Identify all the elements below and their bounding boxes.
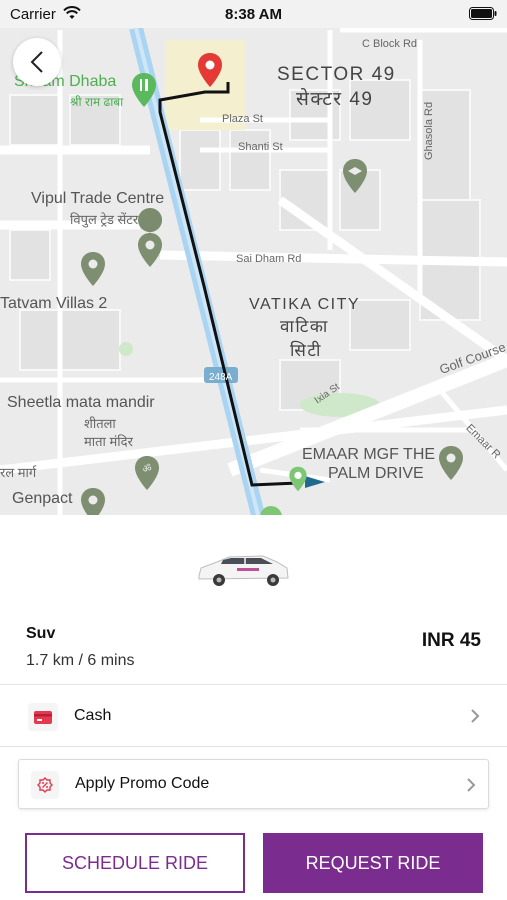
divider — [0, 746, 507, 747]
schedule-ride-button[interactable]: SCHEDULE RIDE — [25, 833, 245, 893]
map-label-genpact: Genpact — [12, 490, 73, 507]
restaurant-pin-icon[interactable] — [131, 72, 157, 108]
request-ride-button[interactable]: REQUEST RIDE — [263, 833, 483, 893]
chevron-left-icon — [30, 51, 43, 73]
poi-pin-icon[interactable] — [438, 445, 464, 481]
apply-promo-code-button[interactable]: Apply Promo Code — [18, 759, 489, 809]
map-label-vipul-en: Vipul Trade Centre — [31, 190, 165, 207]
poi-pin-icon[interactable] — [80, 251, 106, 287]
status-bar: Carrier 8:38 AM — [0, 0, 507, 28]
map-label-sheetla-hi1: शीतला — [84, 416, 116, 431]
back-button[interactable] — [13, 38, 61, 86]
ride-price-label: INR 45 — [421, 630, 481, 651]
map-label-ghasola: Ghasola Rd — [423, 101, 435, 160]
map-label-emaar-2: PALM DRIVE — [328, 465, 424, 482]
map-label-tatvam: Tatvam Villas 2 — [0, 295, 108, 312]
poi-pin-icon[interactable] — [137, 232, 163, 268]
map-label-c-block: C Block Rd — [362, 38, 418, 50]
chevron-right-icon — [471, 709, 480, 723]
battery-full-icon — [469, 7, 497, 20]
ride-type-label: Suv — [26, 625, 56, 642]
map-label-vipul-hi: विपुल ट्रेड सेंटर — [70, 212, 139, 227]
poi-pin-icon[interactable] — [80, 487, 106, 515]
map-label-vatika-hi1: वाटिका — [280, 317, 329, 336]
svg-text:ॐ: ॐ — [142, 463, 151, 475]
map-label-emaar-1: EMAAR MGF THE — [302, 446, 436, 463]
map-label-sheetla-en: Sheetla mata mandir — [7, 394, 155, 411]
route-map[interactable]: ॐ C Block Rd SECTOR 49 सेक्टर 49 Shiram … — [0, 0, 507, 515]
map-label-shanti: Shanti St — [238, 141, 283, 153]
chevron-right-icon — [467, 778, 476, 792]
map-label-marg: रल मार्ग — [0, 465, 37, 480]
map-label-248a: 248A — [209, 372, 233, 383]
discount-badge-icon — [31, 771, 59, 799]
school-pin-icon[interactable] — [342, 158, 368, 194]
pickup-marker-icon[interactable] — [260, 506, 282, 515]
suv-car-image — [198, 555, 289, 586]
map-label-sai-dham: Sai Dham Rd — [236, 253, 302, 265]
map-label-vatika-hi2: सिटी — [290, 341, 322, 360]
clock-time: 8:38 AM — [225, 6, 282, 23]
payment-method-label: Cash — [74, 707, 112, 724]
promo-code-label: Apply Promo Code — [75, 775, 210, 792]
map-label-sector-hi: सेक्टर 49 — [296, 89, 374, 110]
map-label-sector-en: SECTOR 49 — [277, 64, 396, 85]
destination-pin-icon[interactable] — [197, 52, 223, 88]
ride-details-panel: Suv 1.7 km / 6 mins INR 45 Cash Apply Pr… — [0, 515, 507, 900]
ride-distance-label: 1.7 km / 6 mins — [26, 652, 135, 669]
park-pin-icon[interactable] — [288, 466, 308, 492]
map-label-sheetla-hi2: माता मंदिर — [84, 434, 133, 449]
payment-method-row[interactable]: Cash — [0, 685, 507, 747]
map-label-vatika-en: VATIKA CITY — [249, 296, 361, 313]
temple-pin-icon[interactable]: ॐ — [134, 455, 160, 491]
map-label-dhaba-hi: श्री राम ढाबा — [70, 95, 124, 109]
map-label-plaza: Plaza St — [222, 113, 263, 125]
credit-card-icon — [28, 703, 58, 731]
